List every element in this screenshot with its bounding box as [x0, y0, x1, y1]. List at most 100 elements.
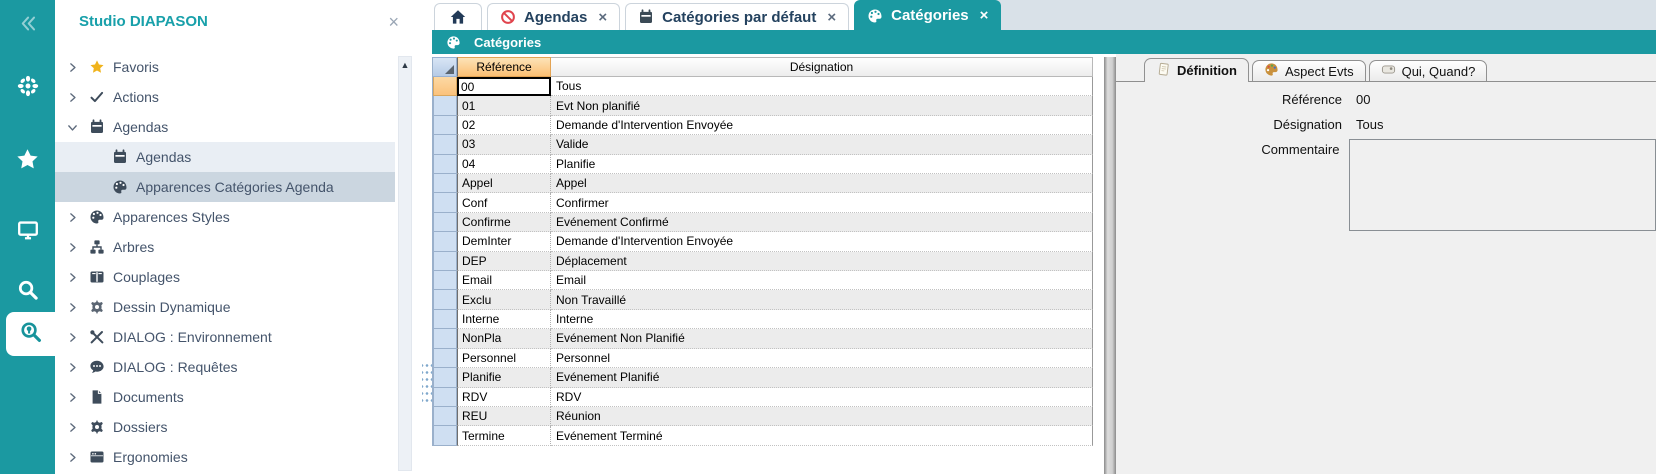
- chevron-right-icon[interactable]: [66, 301, 87, 314]
- row-selector-header[interactable]: [433, 57, 457, 77]
- chevron-right-icon[interactable]: [66, 331, 87, 344]
- chevron-right-icon[interactable]: [66, 211, 87, 224]
- sidebar-item-apparences-styles[interactable]: Apparences Styles: [55, 202, 395, 232]
- sidebar-item-agendas[interactable]: Agendas: [55, 142, 395, 172]
- sidebar-scrollbar[interactable]: ▲: [398, 56, 412, 471]
- column-header-reference[interactable]: Référence: [457, 57, 551, 77]
- rail-favorites-button[interactable]: [0, 142, 55, 182]
- row-selector-cell[interactable]: [433, 193, 457, 212]
- table-row[interactable]: ExcluNon Travaillé: [433, 290, 1093, 309]
- table-row[interactable]: ConfirmeEvénement Confirmé: [433, 213, 1093, 232]
- cell-reference[interactable]: DemInter: [457, 232, 551, 251]
- rail-desktop-button[interactable]: [0, 212, 55, 252]
- cell-designation[interactable]: Demande d'Intervention Envoyée: [551, 116, 1093, 135]
- row-selector-cell[interactable]: [433, 426, 457, 445]
- close-icon[interactable]: ×: [827, 9, 836, 26]
- sidebar-item-favoris[interactable]: Favoris: [55, 52, 395, 82]
- cell-reference[interactable]: 04: [457, 155, 551, 174]
- chevron-right-icon[interactable]: [66, 271, 87, 284]
- table-row[interactable]: 00Tous: [433, 77, 1093, 96]
- table-row[interactable]: TermineEvénement Terminé: [433, 426, 1093, 445]
- row-selector-cell[interactable]: [433, 349, 457, 368]
- row-selector-cell[interactable]: [433, 77, 457, 96]
- cell-designation[interactable]: Evénement Confirmé: [551, 213, 1093, 232]
- cell-reference[interactable]: Conf: [457, 193, 551, 212]
- cell-designation[interactable]: Réunion: [551, 407, 1093, 426]
- chevron-right-icon[interactable]: [66, 241, 87, 254]
- row-selector-cell[interactable]: [433, 155, 457, 174]
- table-row[interactable]: REURéunion: [433, 407, 1093, 426]
- row-selector-cell[interactable]: [433, 271, 457, 290]
- cell-reference[interactable]: 00: [457, 77, 551, 96]
- cell-designation[interactable]: Evénement Planifié: [551, 368, 1093, 387]
- sidebar-item-agendas[interactable]: Agendas: [55, 112, 395, 142]
- tab-categories[interactable]: Catégories×: [854, 0, 1001, 30]
- detail-tab-qui-quand-[interactable]: Qui, Quand?: [1369, 60, 1488, 81]
- cell-reference[interactable]: Termine: [457, 426, 551, 445]
- tab-categories-par-defaut[interactable]: Catégories par défaut×: [625, 3, 849, 30]
- row-selector-cell[interactable]: [433, 116, 457, 135]
- sidebar-item-couplages[interactable]: Couplages: [55, 262, 395, 292]
- sidebar-item-arbres[interactable]: Arbres: [55, 232, 395, 262]
- panel-splitter[interactable]: [1104, 57, 1116, 474]
- table-row[interactable]: 02Demande d'Intervention Envoyée: [433, 116, 1093, 135]
- cell-designation[interactable]: Evénement Non Planifié: [551, 329, 1093, 348]
- table-row[interactable]: PersonnelPersonnel: [433, 349, 1093, 368]
- table-row[interactable]: 01Evt Non planifié: [433, 96, 1093, 115]
- sidebar-splitter-grip[interactable]: [422, 362, 432, 404]
- rail-explorer-button[interactable]: [6, 312, 55, 356]
- cell-designation[interactable]: Evt Non planifié: [551, 96, 1093, 115]
- cell-designation[interactable]: Valide: [551, 135, 1093, 154]
- chevron-right-icon[interactable]: [66, 391, 87, 404]
- chevron-right-icon[interactable]: [66, 451, 87, 464]
- cell-reference[interactable]: Exclu: [457, 290, 551, 309]
- table-row[interactable]: NonPlaEvénement Non Planifié: [433, 329, 1093, 348]
- rail-collapse-sidebar-button[interactable]: [0, 6, 55, 46]
- chevron-right-icon[interactable]: [66, 61, 87, 74]
- detail-tab-aspect-evts[interactable]: Aspect Evts: [1252, 60, 1366, 81]
- cell-reference[interactable]: Confirme: [457, 213, 551, 232]
- cell-reference[interactable]: NonPla: [457, 329, 551, 348]
- cell-designation[interactable]: Tous: [551, 77, 1093, 96]
- column-header-designation[interactable]: Désignation: [551, 57, 1093, 77]
- sidebar-item-documents[interactable]: Documents: [55, 382, 395, 412]
- cell-designation[interactable]: Non Travaillé: [551, 290, 1093, 309]
- table-row[interactable]: PlanifieEvénement Planifié: [433, 368, 1093, 387]
- cell-designation[interactable]: Déplacement: [551, 252, 1093, 271]
- sidebar-item-apparences-cat-gories-agenda[interactable]: Apparences Catégories Agenda: [55, 172, 395, 202]
- sidebar-item-ergonomies[interactable]: Ergonomies: [55, 442, 395, 472]
- row-selector-cell[interactable]: [433, 388, 457, 407]
- chevron-down-icon[interactable]: [66, 121, 87, 134]
- scroll-up-icon[interactable]: ▲: [401, 60, 410, 470]
- cell-reference[interactable]: Interne: [457, 310, 551, 329]
- table-row[interactable]: 04Planifie: [433, 155, 1093, 174]
- row-selector-cell[interactable]: [433, 329, 457, 348]
- chevron-right-icon[interactable]: [66, 361, 87, 374]
- cell-designation[interactable]: Email: [551, 271, 1093, 290]
- cell-reference[interactable]: DEP: [457, 252, 551, 271]
- close-icon[interactable]: ×: [980, 7, 989, 24]
- chevron-right-icon[interactable]: [66, 421, 87, 434]
- row-selector-cell[interactable]: [433, 407, 457, 426]
- row-selector-cell[interactable]: [433, 290, 457, 309]
- cell-reference[interactable]: Email: [457, 271, 551, 290]
- field-value[interactable]: 00: [1356, 89, 1370, 107]
- cell-reference[interactable]: RDV: [457, 388, 551, 407]
- field-value[interactable]: Tous: [1356, 114, 1383, 132]
- cell-designation[interactable]: Personnel: [551, 349, 1093, 368]
- row-selector-cell[interactable]: [433, 232, 457, 251]
- table-row[interactable]: DemInterDemande d'Intervention Envoyée: [433, 232, 1093, 251]
- cell-reference[interactable]: REU: [457, 407, 551, 426]
- row-selector-cell[interactable]: [433, 252, 457, 271]
- chevron-right-icon[interactable]: [66, 91, 87, 104]
- cell-reference[interactable]: Appel: [457, 174, 551, 193]
- tab-agendas[interactable]: Agendas×: [487, 3, 620, 30]
- cell-designation[interactable]: Planifie: [551, 155, 1093, 174]
- table-row[interactable]: EmailEmail: [433, 271, 1093, 290]
- row-selector-cell[interactable]: [433, 135, 457, 154]
- cell-designation[interactable]: Evénement Terminé: [551, 426, 1093, 445]
- cell-designation[interactable]: Confirmer: [551, 193, 1093, 212]
- sidebar-item-actions[interactable]: Actions: [55, 82, 395, 112]
- cell-reference[interactable]: 03: [457, 135, 551, 154]
- row-selector-cell[interactable]: [433, 368, 457, 387]
